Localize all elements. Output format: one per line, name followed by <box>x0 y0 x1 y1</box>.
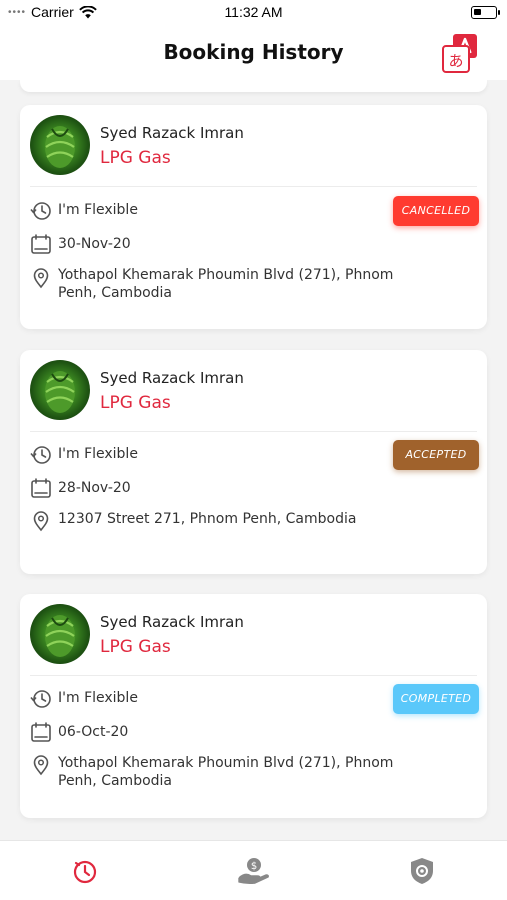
booking-card[interactable]: Syed Razack Imran LPG Gas I'm Flexible C… <box>20 594 487 818</box>
status-badge: CANCELLED <box>393 196 479 226</box>
previous-card-edge <box>20 80 487 92</box>
service-name: LPG Gas <box>100 393 171 413</box>
customer-name: Syed Razack Imran <box>100 613 244 631</box>
booking-date: 30-Nov-20 <box>58 236 131 252</box>
app-header: Booking History あ <box>0 26 507 80</box>
calendar-icon <box>31 722 51 742</box>
location-pin-icon <box>33 755 49 776</box>
booking-date: 06-Oct-20 <box>58 724 129 740</box>
svg-text:$: $ <box>251 861 257 872</box>
status-bar: •••• Carrier 11:32 AM <box>0 0 507 26</box>
battery-icon <box>471 6 500 19</box>
booking-address: Yothapol Khemarak Phoumin Blvd (271), Ph… <box>58 755 394 789</box>
tab-bar: $ <box>0 840 507 900</box>
schedule-type: I'm Flexible <box>58 690 138 706</box>
booking-address: 12307 Street 271, Phnom Penh, Cambodia <box>58 511 357 527</box>
avatar <box>30 115 90 175</box>
payment-hand-icon: $ <box>238 858 269 885</box>
booking-list[interactable]: Syed Razack Imran LPG Gas I'm Flexible C… <box>0 80 507 840</box>
divider <box>30 431 477 432</box>
tab-history[interactable] <box>65 853 105 889</box>
booking-card[interactable]: Syed Razack Imran LPG Gas I'm Flexible C… <box>20 105 487 329</box>
service-name: LPG Gas <box>100 148 171 168</box>
calendar-icon <box>31 234 51 254</box>
schedule-type: I'm Flexible <box>58 446 138 462</box>
schedule-type: I'm Flexible <box>58 202 138 218</box>
divider <box>30 186 477 187</box>
status-badge: ACCEPTED <box>393 440 479 470</box>
svg-text:あ: あ <box>448 52 463 70</box>
history-icon <box>73 860 97 884</box>
avatar <box>30 604 90 664</box>
location-pin-icon <box>33 511 49 532</box>
divider <box>30 675 477 676</box>
service-name: LPG Gas <box>100 637 171 657</box>
history-clock-icon <box>30 202 51 220</box>
status-badge: COMPLETED <box>393 684 479 714</box>
booking-date: 28-Nov-20 <box>58 480 131 496</box>
customer-name: Syed Razack Imran <box>100 124 244 142</box>
history-clock-icon <box>30 690 51 708</box>
shield-gear-icon <box>411 858 433 884</box>
booking-card[interactable]: Syed Razack Imran LPG Gas I'm Flexible A… <box>20 350 487 574</box>
status-time: 11:32 AM <box>224 4 283 20</box>
calendar-icon <box>31 478 51 498</box>
tab-settings[interactable] <box>402 853 442 889</box>
history-clock-icon <box>30 446 51 464</box>
translate-icon: あ <box>442 34 477 73</box>
tab-payment[interactable]: $ <box>234 853 274 889</box>
location-pin-icon <box>33 268 49 289</box>
avatar <box>30 360 90 420</box>
translate-button[interactable]: あ <box>440 32 482 76</box>
booking-address: Yothapol Khemarak Phoumin Blvd (271), Ph… <box>58 267 394 301</box>
customer-name: Syed Razack Imran <box>100 369 244 387</box>
page-title: Booking History <box>163 40 344 64</box>
